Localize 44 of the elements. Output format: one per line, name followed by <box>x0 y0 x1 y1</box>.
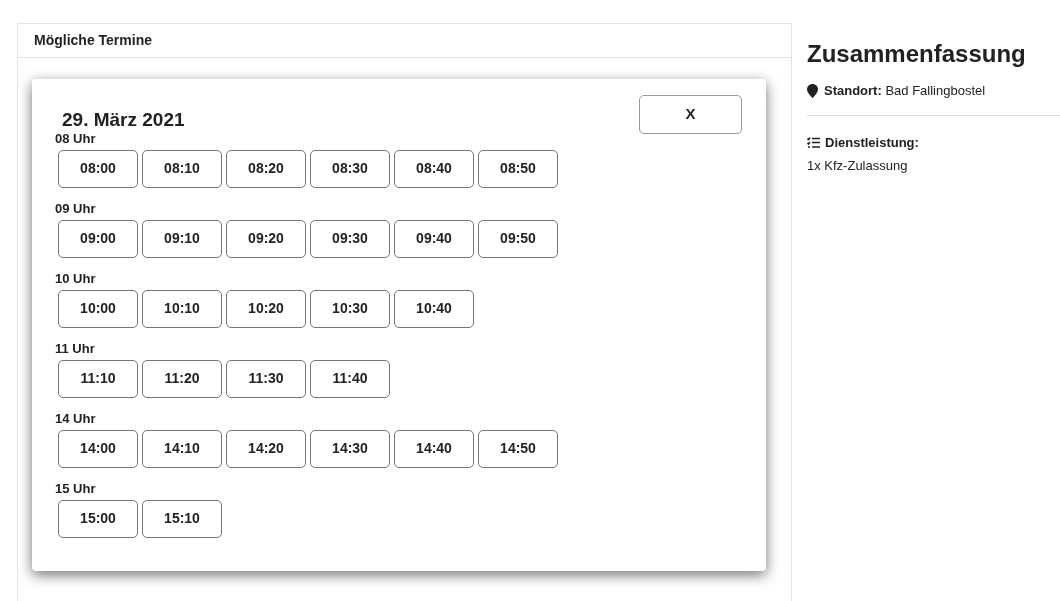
time-slot-button[interactable]: 09:10 <box>142 219 222 258</box>
time-slot-button[interactable]: 09:40 <box>394 219 474 258</box>
hour-label: 15 Uhr <box>55 480 97 497</box>
time-slot-button[interactable]: 10:00 <box>58 289 138 328</box>
time-slot-button[interactable]: 11:40 <box>310 359 390 398</box>
time-slot-button[interactable]: 08:50 <box>478 149 558 188</box>
time-slot-button[interactable]: 10:30 <box>310 289 390 328</box>
summary-title: Zusammenfassung <box>807 39 1027 69</box>
hour-label: 14 Uhr <box>55 410 97 427</box>
time-slot-button[interactable]: 14:20 <box>226 429 306 468</box>
close-button[interactable]: X <box>639 95 742 134</box>
time-slot-button[interactable]: 09:00 <box>58 219 138 258</box>
panel-title: Mögliche Termine <box>34 31 152 50</box>
hour-label: 09 Uhr <box>55 200 97 217</box>
service-value: 1x Kfz-Zulassung <box>807 157 909 175</box>
hour-label: 11 Uhr <box>55 340 96 357</box>
time-slot-button[interactable]: 08:10 <box>142 149 222 188</box>
dialog-date: 29. März 2021 <box>62 108 185 132</box>
time-slot-button[interactable]: 14:40 <box>394 429 474 468</box>
time-slot-button[interactable]: 11:20 <box>142 359 222 398</box>
time-slot-button[interactable]: 09:30 <box>310 219 390 258</box>
time-slot-button[interactable]: 08:00 <box>58 149 138 188</box>
time-slot-button[interactable]: 15:00 <box>58 499 138 538</box>
checklist-icon <box>807 136 820 148</box>
hour-label: 08 Uhr <box>55 130 97 147</box>
time-slot-button[interactable]: 08:30 <box>310 149 390 188</box>
time-slot-button[interactable]: 10:40 <box>394 289 474 328</box>
time-slot-button[interactable]: 15:10 <box>142 499 222 538</box>
hour-label: 10 Uhr <box>55 270 97 287</box>
time-slot-button[interactable]: 10:20 <box>226 289 306 328</box>
time-slot-button[interactable]: 09:50 <box>478 219 558 258</box>
time-slot-button[interactable]: 14:30 <box>310 429 390 468</box>
location-text: Standort: Bad Fallingbostel <box>824 82 986 100</box>
time-slot-button[interactable]: 14:10 <box>142 429 222 468</box>
time-slot-button[interactable]: 14:00 <box>58 429 138 468</box>
time-slot-button[interactable]: 14:50 <box>478 429 558 468</box>
time-slot-button[interactable]: 08:20 <box>226 149 306 188</box>
time-slot-button[interactable]: 08:40 <box>394 149 474 188</box>
time-slot-button[interactable]: 11:10 <box>58 359 138 398</box>
time-slot-button[interactable]: 10:10 <box>142 289 222 328</box>
service-label: Dienstleistung: <box>825 133 919 152</box>
time-slot-button[interactable]: 11:30 <box>226 359 306 398</box>
time-slot-button[interactable]: 09:20 <box>226 219 306 258</box>
location-pin-icon <box>807 83 818 98</box>
